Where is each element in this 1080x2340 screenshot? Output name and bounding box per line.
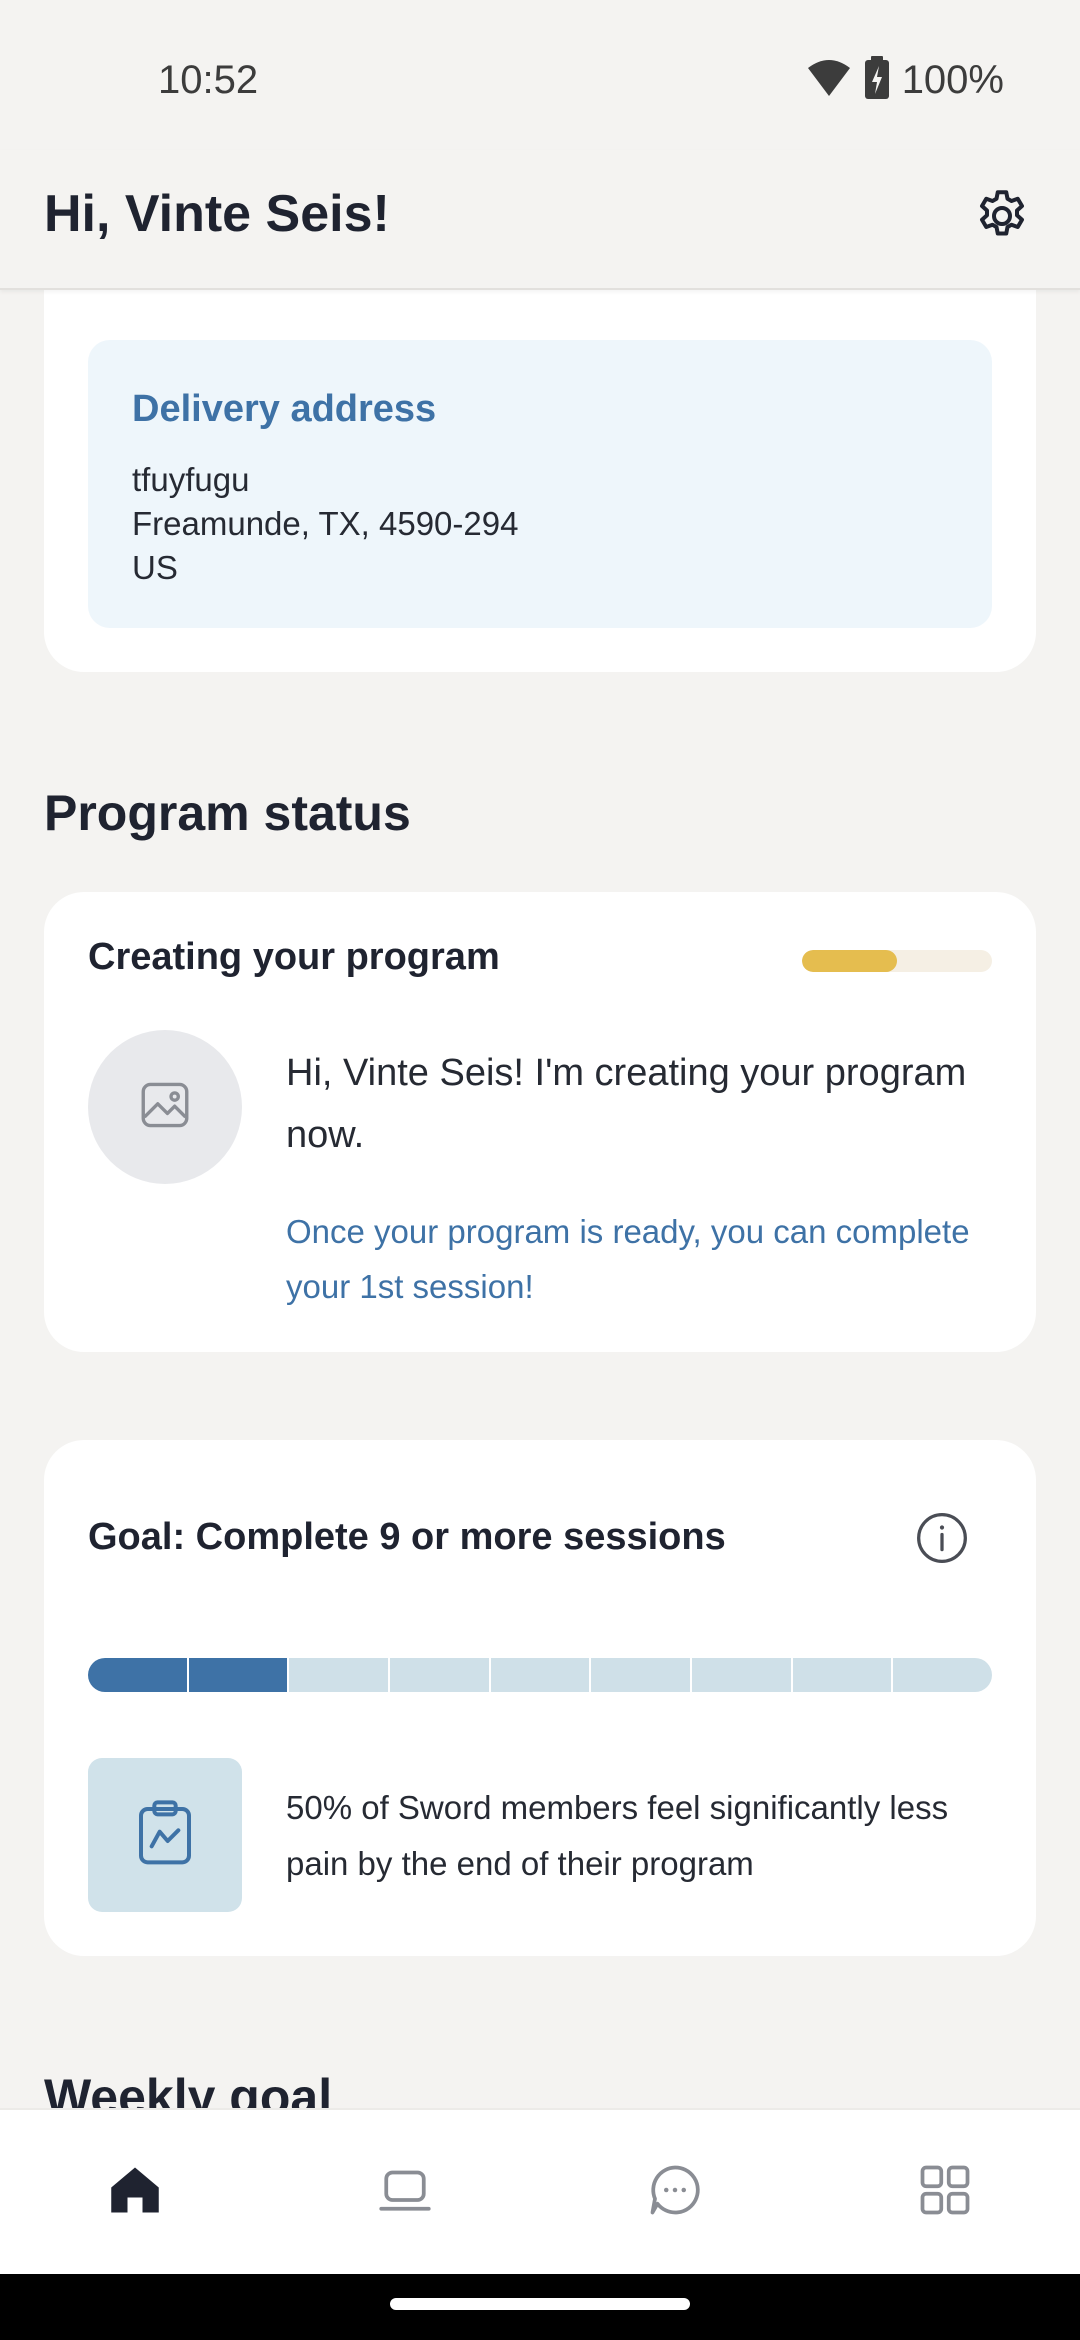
status-icons: 100%: [806, 56, 1004, 105]
info-icon: [914, 1510, 970, 1571]
goal-segment-pending: [490, 1658, 590, 1692]
avatar: [88, 1030, 242, 1184]
goal-card: Goal: Complete 9 or more sessions 50% of…: [44, 1440, 1036, 1956]
program-note: Once your program is ready, you can comp…: [286, 1213, 970, 1305]
address-line-3: US: [132, 549, 178, 586]
clipboard-box: [88, 1758, 242, 1912]
delivery-address-title: Delivery address: [132, 388, 437, 430]
goal-segment-pending: [792, 1658, 892, 1692]
app-header: Hi, Vinte Seis!: [0, 150, 1080, 290]
address-line-1: tfuyfugu: [132, 461, 250, 498]
image-placeholder-icon: [136, 1076, 194, 1139]
settings-button[interactable]: [964, 180, 1040, 256]
bottom-navigation: [0, 2108, 1080, 2274]
program-card-title: Creating your program: [88, 936, 500, 978]
goal-fact-text: 50% of Sword members feel significantly …: [286, 1789, 949, 1882]
goal-segment-pending: [289, 1658, 389, 1692]
wifi-icon: [806, 58, 852, 103]
goal-info-button[interactable]: [914, 1512, 970, 1568]
gesture-navigation-bar: [0, 2274, 1080, 2340]
laptop-icon: [375, 2160, 435, 2225]
greeting-title: Hi, Vinte Seis!: [44, 185, 390, 243]
gear-icon: [972, 186, 1032, 251]
delivery-card: Delivery address tfuyfugu Freamunde, TX,…: [44, 250, 1036, 672]
goal-title: Goal: Complete 9 or more sessions: [88, 1516, 726, 1558]
goal-segment-completed: [88, 1658, 187, 1692]
program-status-heading: Program status: [44, 785, 411, 841]
goal-segment-pending: [893, 1658, 992, 1692]
address-line-2: Freamunde, TX, 4590-294: [132, 505, 519, 542]
goal-segment-pending: [692, 1658, 791, 1692]
program-progress-fill: [802, 950, 897, 972]
nav-sessions[interactable]: [345, 2132, 465, 2252]
goal-segment-completed: [188, 1658, 288, 1692]
nav-home[interactable]: [75, 2132, 195, 2252]
battery-percentage: 100%: [901, 58, 1004, 102]
chat-icon: [645, 2160, 705, 2225]
program-progress-bar: [802, 950, 992, 972]
program-message: Hi, Vinte Seis! I'm creating your progra…: [286, 1052, 967, 1156]
delivery-address-lines: tfuyfugu Freamunde, TX, 4590-294 US: [132, 458, 518, 590]
battery-charging-icon: [864, 56, 890, 105]
home-gesture-handle[interactable]: [390, 2298, 690, 2310]
nav-chat[interactable]: [615, 2132, 735, 2252]
clipboard-chart-icon: [133, 1797, 197, 1874]
goal-segment-pending: [390, 1658, 489, 1692]
grid-icon: [915, 2160, 975, 2225]
status-bar: 10:52 100%: [0, 0, 1080, 150]
home-icon: [105, 2160, 165, 2225]
goal-progress-segments: [88, 1658, 992, 1692]
program-status-card: Creating your program Hi, Vinte Seis! I'…: [44, 892, 1036, 1352]
goal-segment-pending: [591, 1658, 691, 1692]
status-time: 10:52: [158, 58, 259, 102]
nav-more[interactable]: [885, 2132, 1005, 2252]
delivery-address-box: Delivery address tfuyfugu Freamunde, TX,…: [88, 340, 992, 628]
